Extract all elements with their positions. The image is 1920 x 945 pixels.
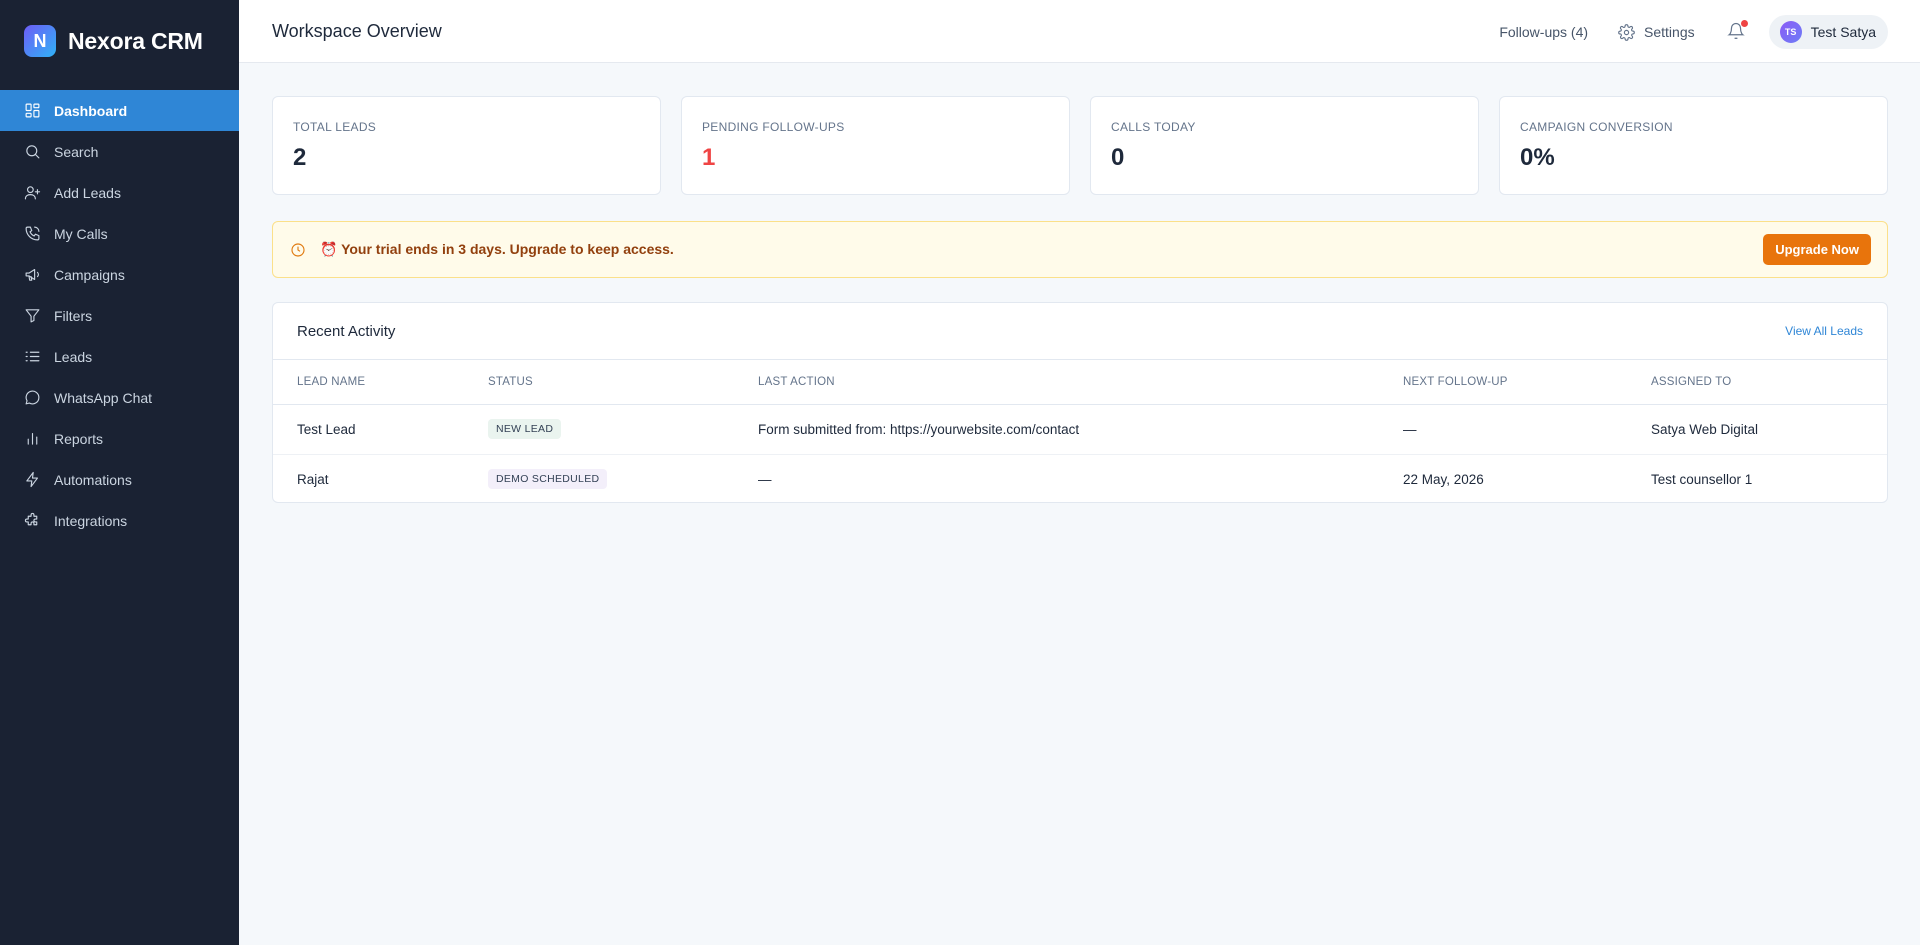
sidebar-item-automations[interactable]: Automations [0, 459, 239, 500]
dashboard-icon [24, 102, 41, 119]
status-badge: DEMO SCHEDULED [488, 469, 608, 490]
status-cell: NEW LEAD [488, 404, 758, 455]
followups-link[interactable]: Follow-ups (4) [1499, 24, 1588, 40]
trial-message: ⏰ Your trial ends in 3 days. Upgrade to … [320, 241, 674, 257]
sidebar-item-dashboard[interactable]: Dashboard [0, 90, 239, 131]
bar-chart-icon [24, 430, 41, 447]
lead-name-cell[interactable]: Rajat [273, 454, 488, 502]
stat-value: 0% [1520, 144, 1555, 171]
stat-card-calls-today: CALLS TODAY 0 [1090, 96, 1479, 195]
lead-name-cell[interactable]: Test Lead [273, 404, 488, 455]
sidebar-item-label: Add Leads [54, 184, 121, 201]
recent-activity-table: LEAD NAME STATUS LAST ACTION NEXT FOLLOW… [273, 360, 1887, 502]
sidebar-item-add-leads[interactable]: Add Leads [0, 172, 239, 213]
column-header-lead-name[interactable]: LEAD NAME [273, 360, 488, 405]
brand-name: Nexora CRM [68, 27, 203, 54]
sidebar-item-reports[interactable]: Reports [0, 418, 239, 459]
status-badge: NEW LEAD [488, 419, 562, 439]
column-header-status[interactable]: STATUS [488, 360, 758, 405]
sidebar: N Nexora CRM Dashboard Search Add Leads … [0, 0, 239, 945]
phone-icon [24, 225, 41, 242]
next-followup-cell: — [1403, 404, 1651, 455]
recent-activity-title: Recent Activity [297, 322, 396, 340]
notifications-button[interactable] [1726, 20, 1748, 44]
gear-icon [1618, 23, 1635, 41]
last-action-cell: — [758, 471, 772, 487]
sidebar-item-campaigns[interactable]: Campaigns [0, 254, 239, 295]
stat-value: 2 [293, 144, 307, 171]
user-menu[interactable]: TS Test Satya [1768, 15, 1888, 49]
sidebar-item-label: My Calls [54, 225, 108, 242]
user-name: Test Satya [1810, 24, 1876, 40]
puzzle-icon [24, 512, 41, 529]
sidebar-item-label: Dashboard [54, 102, 128, 119]
settings-button[interactable]: Settings [1618, 23, 1695, 41]
sidebar-item-label: Reports [54, 430, 104, 447]
last-action-cell: Form submitted from: https://yourwebsite… [758, 404, 1403, 455]
sidebar-nav: Dashboard Search Add Leads My Calls Camp… [0, 90, 239, 541]
bell-icon [1726, 22, 1745, 44]
sidebar-item-my-calls[interactable]: My Calls [0, 213, 239, 254]
sidebar-item-search[interactable]: Search [0, 131, 239, 172]
page-title: Workspace Overview [272, 21, 442, 41]
header-actions: Follow-ups (4) Settings TS Test Satya [1499, 15, 1888, 49]
clock-icon [290, 242, 306, 258]
status-cell: DEMO SCHEDULED [488, 454, 758, 502]
add-user-icon [24, 184, 41, 201]
recent-activity-header: Recent Activity View All Leads [273, 303, 1887, 360]
sidebar-item-label: Automations [54, 471, 132, 488]
filter-icon [24, 307, 41, 324]
avatar: TS [1779, 21, 1802, 43]
sidebar-item-leads[interactable]: Leads [0, 336, 239, 377]
next-followup-cell: 22 May, 2026 [1403, 471, 1484, 487]
top-header: Workspace Overview Follow-ups (4) Settin… [239, 0, 1920, 63]
brand[interactable]: N Nexora CRM [0, 0, 239, 82]
column-header-last-action[interactable]: LAST ACTION [758, 360, 1403, 405]
stat-value: 1 [702, 144, 716, 171]
table-header-row: LEAD NAME STATUS LAST ACTION NEXT FOLLOW… [273, 360, 1887, 405]
upgrade-now-button[interactable]: Upgrade Now [1763, 234, 1871, 265]
search-icon [24, 143, 41, 160]
sidebar-item-label: Search [54, 143, 99, 160]
sidebar-item-label: Leads [54, 348, 93, 365]
view-all-leads-link[interactable]: View All Leads [1785, 324, 1863, 338]
sidebar-item-filters[interactable]: Filters [0, 295, 239, 336]
trial-banner: ⏰ Your trial ends in 3 days. Upgrade to … [272, 221, 1888, 278]
stat-card-pending-followups: PENDING FOLLOW-UPS 1 [681, 96, 1070, 195]
sidebar-item-whatsapp-chat[interactable]: WhatsApp Chat [0, 377, 239, 418]
stat-card-campaign-conversion: CAMPAIGN CONVERSION 0% [1499, 96, 1888, 195]
assigned-to-cell: Test counsellor 1 [1651, 471, 1753, 487]
sidebar-item-label: Filters [54, 307, 93, 324]
stat-label: TOTAL LEADS [293, 120, 377, 134]
bolt-icon [24, 471, 41, 488]
table-row[interactable]: Test Lead NEW LEAD Form submitted from: … [273, 404, 1887, 455]
column-header-next-followup[interactable]: NEXT FOLLOW-UP [1403, 360, 1651, 405]
settings-label: Settings [1644, 24, 1695, 40]
recent-activity-panel: Recent Activity View All Leads LEAD NAME… [272, 302, 1888, 503]
sidebar-item-label: Campaigns [54, 266, 125, 283]
chat-icon [24, 389, 41, 406]
table-row[interactable]: Rajat DEMO SCHEDULED — 22 May, 2026 Test… [273, 454, 1887, 502]
stat-card-total-leads: TOTAL LEADS 2 [272, 96, 661, 195]
stat-label: CAMPAIGN CONVERSION [1520, 120, 1673, 134]
stat-label: PENDING FOLLOW-UPS [702, 120, 845, 134]
sidebar-item-label: WhatsApp Chat [54, 389, 153, 406]
megaphone-icon [24, 266, 41, 283]
assigned-to-cell: Satya Web Digital [1651, 404, 1887, 455]
notification-dot [1740, 20, 1748, 27]
list-icon [24, 348, 41, 365]
sidebar-item-label: Integrations [54, 512, 128, 529]
column-header-assigned-to[interactable]: ASSIGNED TO [1651, 360, 1887, 405]
brand-logo: N [24, 25, 56, 57]
stat-value: 0 [1111, 144, 1125, 171]
sidebar-item-integrations[interactable]: Integrations [0, 500, 239, 541]
stat-label: CALLS TODAY [1111, 120, 1196, 134]
stats-row: TOTAL LEADS 2 PENDING FOLLOW-UPS 1 CALLS… [272, 96, 1888, 195]
